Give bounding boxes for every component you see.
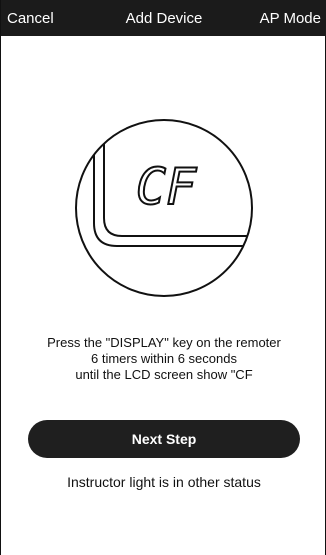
other-status-link[interactable]: Instructor light is in other status: [1, 474, 326, 490]
instruction-line: 6 timers within 6 seconds: [91, 351, 237, 366]
instruction-text: Press the "DISPLAY" key on the remoter 6…: [1, 335, 326, 383]
lcd-screen-text: CF: [136, 158, 197, 216]
app-screen: Cancel Add Device AP Mode CF Press the "…: [0, 0, 326, 555]
lcd-display-illustration: CF: [74, 118, 254, 298]
ap-mode-button[interactable]: AP Mode: [260, 0, 321, 36]
instruction-line: until the LCD screen show "CF: [75, 367, 253, 382]
lcd-display-icon: CF: [75, 119, 253, 297]
next-step-button[interactable]: Next Step: [28, 420, 300, 458]
top-navigation-bar: Cancel Add Device AP Mode: [1, 0, 326, 36]
cancel-button[interactable]: Cancel: [7, 0, 54, 36]
instruction-line: Press the "DISPLAY" key on the remoter: [47, 335, 281, 350]
